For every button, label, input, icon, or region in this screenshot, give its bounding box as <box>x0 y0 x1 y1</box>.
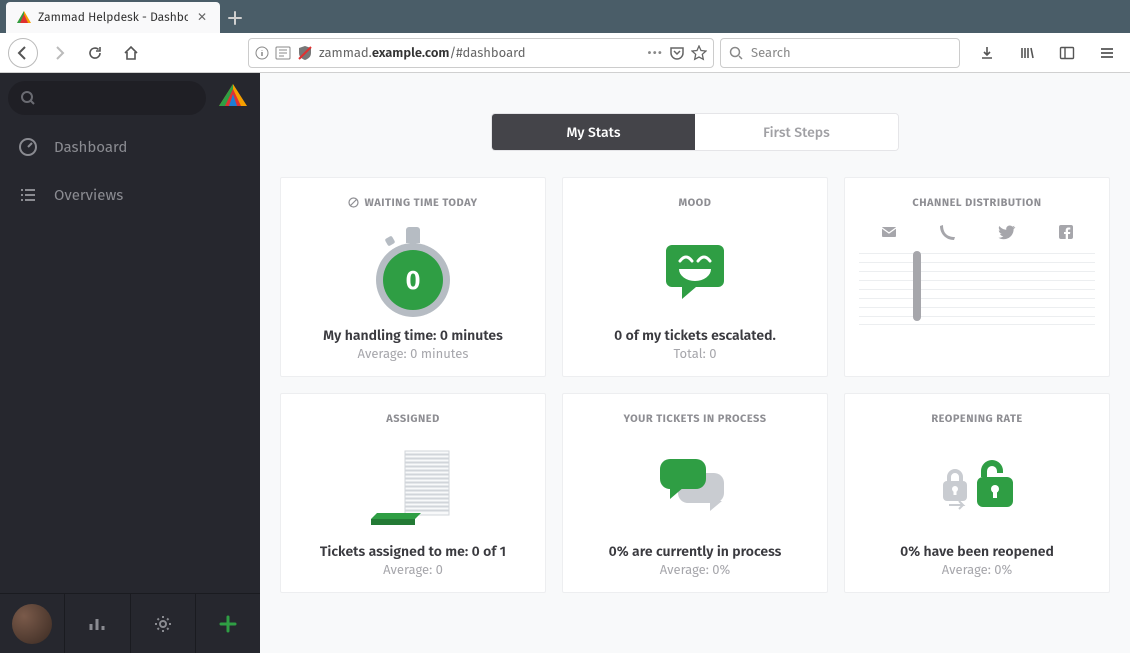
sidebar-item-overviews[interactable]: Overviews <box>0 171 260 219</box>
stopwatch-icon: 0 <box>372 227 454 317</box>
library-icon[interactable] <box>1012 38 1042 68</box>
card-title: REOPENING RATE <box>931 412 1022 425</box>
null-icon <box>348 197 359 208</box>
search-placeholder: Search <box>751 46 791 61</box>
downloads-icon[interactable] <box>972 38 1002 68</box>
chat-icon <box>656 455 734 521</box>
card-mood: MOOD 0 of my tickets escalated. Total: 0 <box>562 177 828 377</box>
twitter-icon <box>998 223 1016 241</box>
card-line2: Total: 0 <box>674 347 717 362</box>
browser-search[interactable]: Search <box>720 38 960 68</box>
gauge-icon <box>18 137 38 157</box>
meatball-icon[interactable]: ••• <box>647 46 663 61</box>
home-button[interactable] <box>116 38 146 68</box>
card-title: YOUR TICKETS IN PROCESS <box>623 412 766 425</box>
sidebar-search[interactable] <box>8 81 206 115</box>
reload-button[interactable] <box>80 38 110 68</box>
facebook-icon <box>1057 223 1075 241</box>
sidebar-item-label: Overviews <box>54 186 123 204</box>
search-icon <box>729 46 743 60</box>
mood-icon <box>664 243 726 301</box>
menu-icon[interactable] <box>1092 38 1122 68</box>
url-text: zammad.example.com/#dashboard <box>319 46 641 61</box>
card-line1: 0% have been reopened <box>900 543 1054 560</box>
waiting-value: 0 <box>383 250 443 310</box>
card-waiting-time: WAITING TIME TODAY 0 My handling time: 0… <box>280 177 546 377</box>
pocket-icon[interactable] <box>669 45 685 61</box>
add-button[interactable] <box>196 594 260 653</box>
card-line2: Average: 0% <box>942 563 1013 578</box>
close-icon[interactable]: ✕ <box>194 10 210 26</box>
card-line1: My handling time: 0 minutes <box>323 327 503 344</box>
stack-icon <box>365 445 461 531</box>
channel-bar <box>913 251 921 321</box>
url-bar[interactable]: zammad.example.com/#dashboard ••• <box>248 38 714 68</box>
search-icon <box>20 90 36 106</box>
back-button[interactable] <box>8 38 38 68</box>
card-channel-distribution: CHANNEL DISTRIBUTION <box>844 177 1110 377</box>
card-title: WAITING TIME TODAY <box>364 196 477 209</box>
card-line1: Tickets assigned to me: 0 of 1 <box>320 543 506 560</box>
avatar-button[interactable] <box>0 594 65 653</box>
card-title: MOOD <box>679 196 712 209</box>
card-line1: 0% are currently in process <box>609 543 782 560</box>
browser-chrome: Zammad Helpdesk - Dashbo ✕ zammad.exampl… <box>0 0 1130 73</box>
avatar <box>12 604 52 644</box>
card-line2: Average: 0% <box>660 563 731 578</box>
tab-strip: Zammad Helpdesk - Dashbo ✕ <box>0 0 1130 33</box>
shield-off-icon <box>297 45 313 61</box>
main-content: My Stats First Steps WAITING TIME TODAY … <box>260 73 1130 653</box>
card-title: ASSIGNED <box>386 412 440 425</box>
plus-icon <box>219 615 237 633</box>
card-in-process: YOUR TICKETS IN PROCESS 0% are currently… <box>562 393 828 593</box>
card-reopening: REOPENING RATE <box>844 393 1110 593</box>
tab-first-steps[interactable]: First Steps <box>695 114 898 150</box>
stats-button[interactable] <box>65 594 130 653</box>
sidebar-item-label: Dashboard <box>54 138 127 156</box>
tab-my-stats[interactable]: My Stats <box>492 114 695 150</box>
card-line2: Average: 0 minutes <box>358 347 469 362</box>
forward-button[interactable] <box>44 38 74 68</box>
zammad-logo[interactable] <box>214 79 252 117</box>
card-assigned: ASSIGNED T <box>280 393 546 593</box>
browser-toolbar: zammad.example.com/#dashboard ••• Search <box>0 33 1130 73</box>
list-icon <box>18 185 38 205</box>
favicon-icon <box>16 10 32 26</box>
tab-title: Zammad Helpdesk - Dashbo <box>38 11 188 25</box>
new-tab-button[interactable] <box>220 3 250 33</box>
bars-icon <box>88 615 106 633</box>
card-line2: Average: 0 <box>383 563 443 578</box>
card-title: CHANNEL DISTRIBUTION <box>859 196 1095 209</box>
reader-icon <box>275 46 291 60</box>
sidebar-icon[interactable] <box>1052 38 1082 68</box>
star-icon[interactable] <box>691 45 707 61</box>
phone-icon <box>939 223 957 241</box>
stats-tabs: My Stats First Steps <box>491 113 899 151</box>
mail-icon <box>880 223 898 241</box>
app-sidebar: Dashboard Overviews <box>0 73 260 653</box>
settings-button[interactable] <box>131 594 196 653</box>
gear-icon <box>153 614 173 634</box>
card-line1: 0 of my tickets escalated. <box>614 327 776 344</box>
lock-icon <box>933 455 1021 521</box>
sidebar-item-dashboard[interactable]: Dashboard <box>0 123 260 171</box>
info-icon <box>255 46 269 60</box>
browser-tab[interactable]: Zammad Helpdesk - Dashbo ✕ <box>6 2 220 33</box>
